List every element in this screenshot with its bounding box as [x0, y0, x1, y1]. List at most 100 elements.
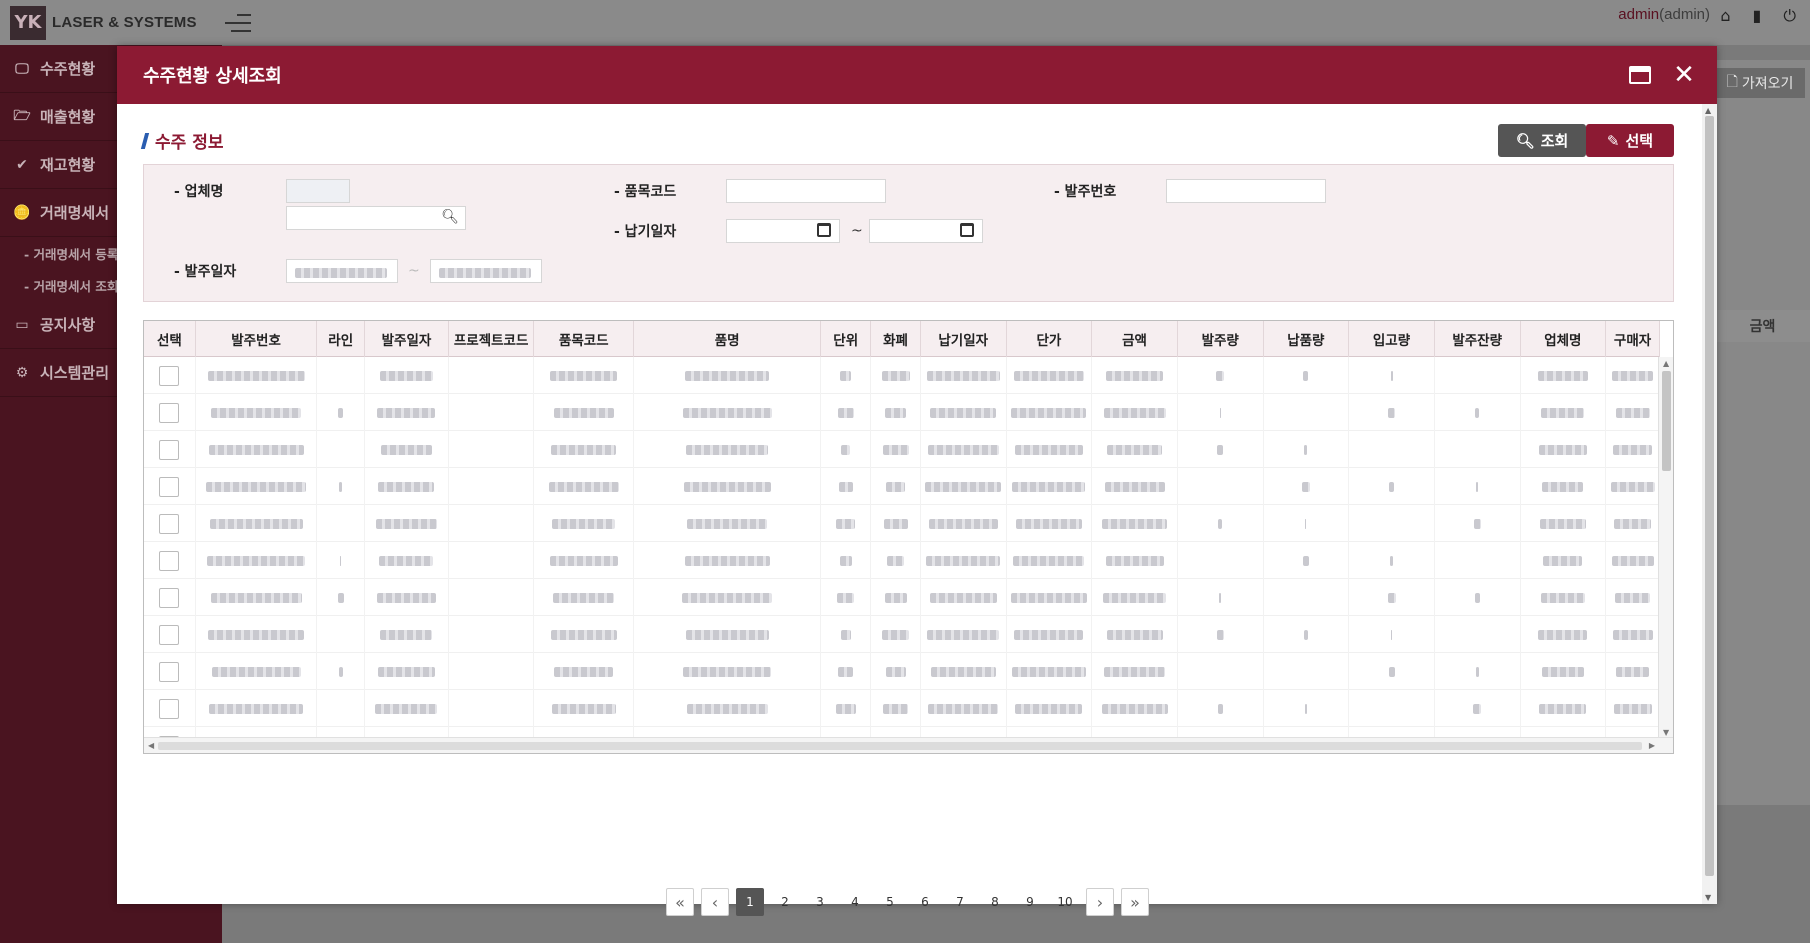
page-8-button[interactable]: 8: [981, 888, 1009, 916]
row-checkbox[interactable]: [159, 365, 180, 386]
col-select-cell[interactable]: [144, 431, 196, 468]
table-row[interactable]: [144, 579, 1660, 616]
grid-horizontal-scrollbar[interactable]: ◀ ▶: [144, 737, 1673, 753]
table-row[interactable]: [144, 394, 1660, 431]
col-buyer-cell: [1606, 616, 1660, 653]
scroll-down-icon[interactable]: ▼: [1663, 728, 1669, 737]
col-item-code-cell: [534, 616, 635, 653]
company-logo[interactable]: YK: [10, 5, 46, 40]
grid-horizontal-scroll-thumb[interactable]: [158, 742, 1642, 750]
page-1-button[interactable]: 1: [736, 888, 764, 916]
order-no-field[interactable]: [1166, 179, 1326, 203]
scroll-right-icon[interactable]: ▶: [1649, 741, 1655, 750]
scroll-up-icon[interactable]: ▲: [1663, 359, 1669, 368]
col-select-cell[interactable]: [144, 468, 196, 505]
redacted-value: [1542, 481, 1584, 492]
company-code-field[interactable]: [286, 179, 350, 203]
redacted-value: [1388, 666, 1395, 677]
scroll-left-icon[interactable]: ◀: [148, 741, 154, 750]
col-line-header: 라인: [317, 321, 366, 357]
table-row[interactable]: [144, 431, 1660, 468]
bookmark-icon[interactable]: ▮: [1753, 6, 1762, 26]
table-row[interactable]: [144, 616, 1660, 653]
col-select-cell[interactable]: [144, 653, 196, 690]
page-7-button[interactable]: 7: [946, 888, 974, 916]
redacted-value: [1614, 518, 1652, 529]
redacted-value: [883, 518, 908, 529]
row-checkbox[interactable]: [159, 439, 180, 460]
maximize-icon[interactable]: [1625, 60, 1655, 90]
delivery-date-to-field[interactable]: [869, 219, 983, 243]
redacted-value: [684, 555, 770, 566]
delivery-date-from-field[interactable]: [726, 219, 840, 243]
table-row[interactable]: [144, 542, 1660, 579]
modal-vertical-scrollbar[interactable]: ▲ ▼: [1702, 104, 1717, 904]
redacted-value: [1103, 592, 1167, 603]
table-row[interactable]: [144, 505, 1660, 542]
calendar-icon[interactable]: [960, 223, 974, 237]
get-button[interactable]: 🗋 가져오기: [1715, 68, 1805, 98]
search-icon[interactable]: 🔍︎: [441, 209, 459, 225]
calendar-icon[interactable]: [817, 223, 831, 237]
col-item-code-cell: [534, 431, 635, 468]
home-icon[interactable]: ⌂: [1720, 6, 1730, 26]
col-amount-cell: [1092, 653, 1178, 690]
first-page-button[interactable]: «: [666, 888, 694, 916]
close-icon[interactable]: ✕: [1669, 60, 1699, 90]
table-row[interactable]: [144, 468, 1660, 505]
col-order-no-cell: [196, 505, 318, 542]
col-select-cell[interactable]: [144, 357, 196, 394]
grid-vertical-scroll-thumb[interactable]: [1662, 371, 1671, 471]
redacted-value: [1015, 703, 1083, 714]
col-item-code-cell: [534, 505, 635, 542]
redacted-value: [927, 629, 1000, 640]
col-delivery-date-cell: [921, 653, 1007, 690]
col-amount-cell: [1092, 357, 1178, 394]
col-company-cell: [1521, 542, 1607, 579]
page-4-button[interactable]: 4: [841, 888, 869, 916]
col-select-cell[interactable]: [144, 690, 196, 727]
row-checkbox[interactable]: [159, 402, 180, 423]
table-row[interactable]: [144, 357, 1660, 394]
row-checkbox[interactable]: [159, 624, 180, 645]
search-button[interactable]: 🔍︎ 조회: [1498, 124, 1586, 157]
col-buyer-cell: [1606, 468, 1660, 505]
grid-vertical-scrollbar[interactable]: ▲ ▼: [1658, 357, 1673, 739]
prev-page-button[interactable]: ‹: [701, 888, 729, 916]
order-date-to-field[interactable]: [430, 259, 542, 283]
menu-toggle-icon[interactable]: [224, 13, 251, 32]
page-3-button[interactable]: 3: [806, 888, 834, 916]
row-checkbox[interactable]: [159, 550, 180, 571]
select-button[interactable]: ✎ 선택: [1586, 124, 1674, 157]
item-code-field[interactable]: [726, 179, 886, 203]
col-select-cell[interactable]: [144, 505, 196, 542]
col-select-cell[interactable]: [144, 616, 196, 653]
col-select-cell[interactable]: [144, 542, 196, 579]
page-6-button[interactable]: 6: [911, 888, 939, 916]
scroll-down-icon[interactable]: ▼: [1705, 893, 1711, 902]
scroll-up-icon[interactable]: ▲: [1705, 106, 1711, 115]
row-checkbox[interactable]: [159, 698, 180, 719]
row-checkbox[interactable]: [159, 661, 180, 682]
page-9-button[interactable]: 9: [1016, 888, 1044, 916]
row-checkbox[interactable]: [159, 513, 180, 534]
row-checkbox[interactable]: [159, 587, 180, 608]
redacted-value: [1219, 407, 1221, 418]
redacted-value: [211, 666, 301, 677]
redacted-value: [1538, 444, 1587, 455]
next-page-button[interactable]: ›: [1086, 888, 1114, 916]
company-name-field[interactable]: 🔍︎: [286, 206, 466, 230]
modal-scroll-thumb[interactable]: [1705, 116, 1714, 876]
col-select-cell[interactable]: [144, 579, 196, 616]
last-page-button[interactable]: »: [1121, 888, 1149, 916]
col-delivered-qty-cell: [1264, 468, 1350, 505]
table-row[interactable]: [144, 653, 1660, 690]
order-date-from-field[interactable]: [286, 259, 398, 283]
table-row[interactable]: [144, 690, 1660, 727]
page-5-button[interactable]: 5: [876, 888, 904, 916]
col-select-cell[interactable]: [144, 394, 196, 431]
power-icon[interactable]: ⏻: [1783, 6, 1796, 26]
page-2-button[interactable]: 2: [771, 888, 799, 916]
row-checkbox[interactable]: [159, 476, 180, 497]
page-10-button[interactable]: 10: [1051, 888, 1079, 916]
